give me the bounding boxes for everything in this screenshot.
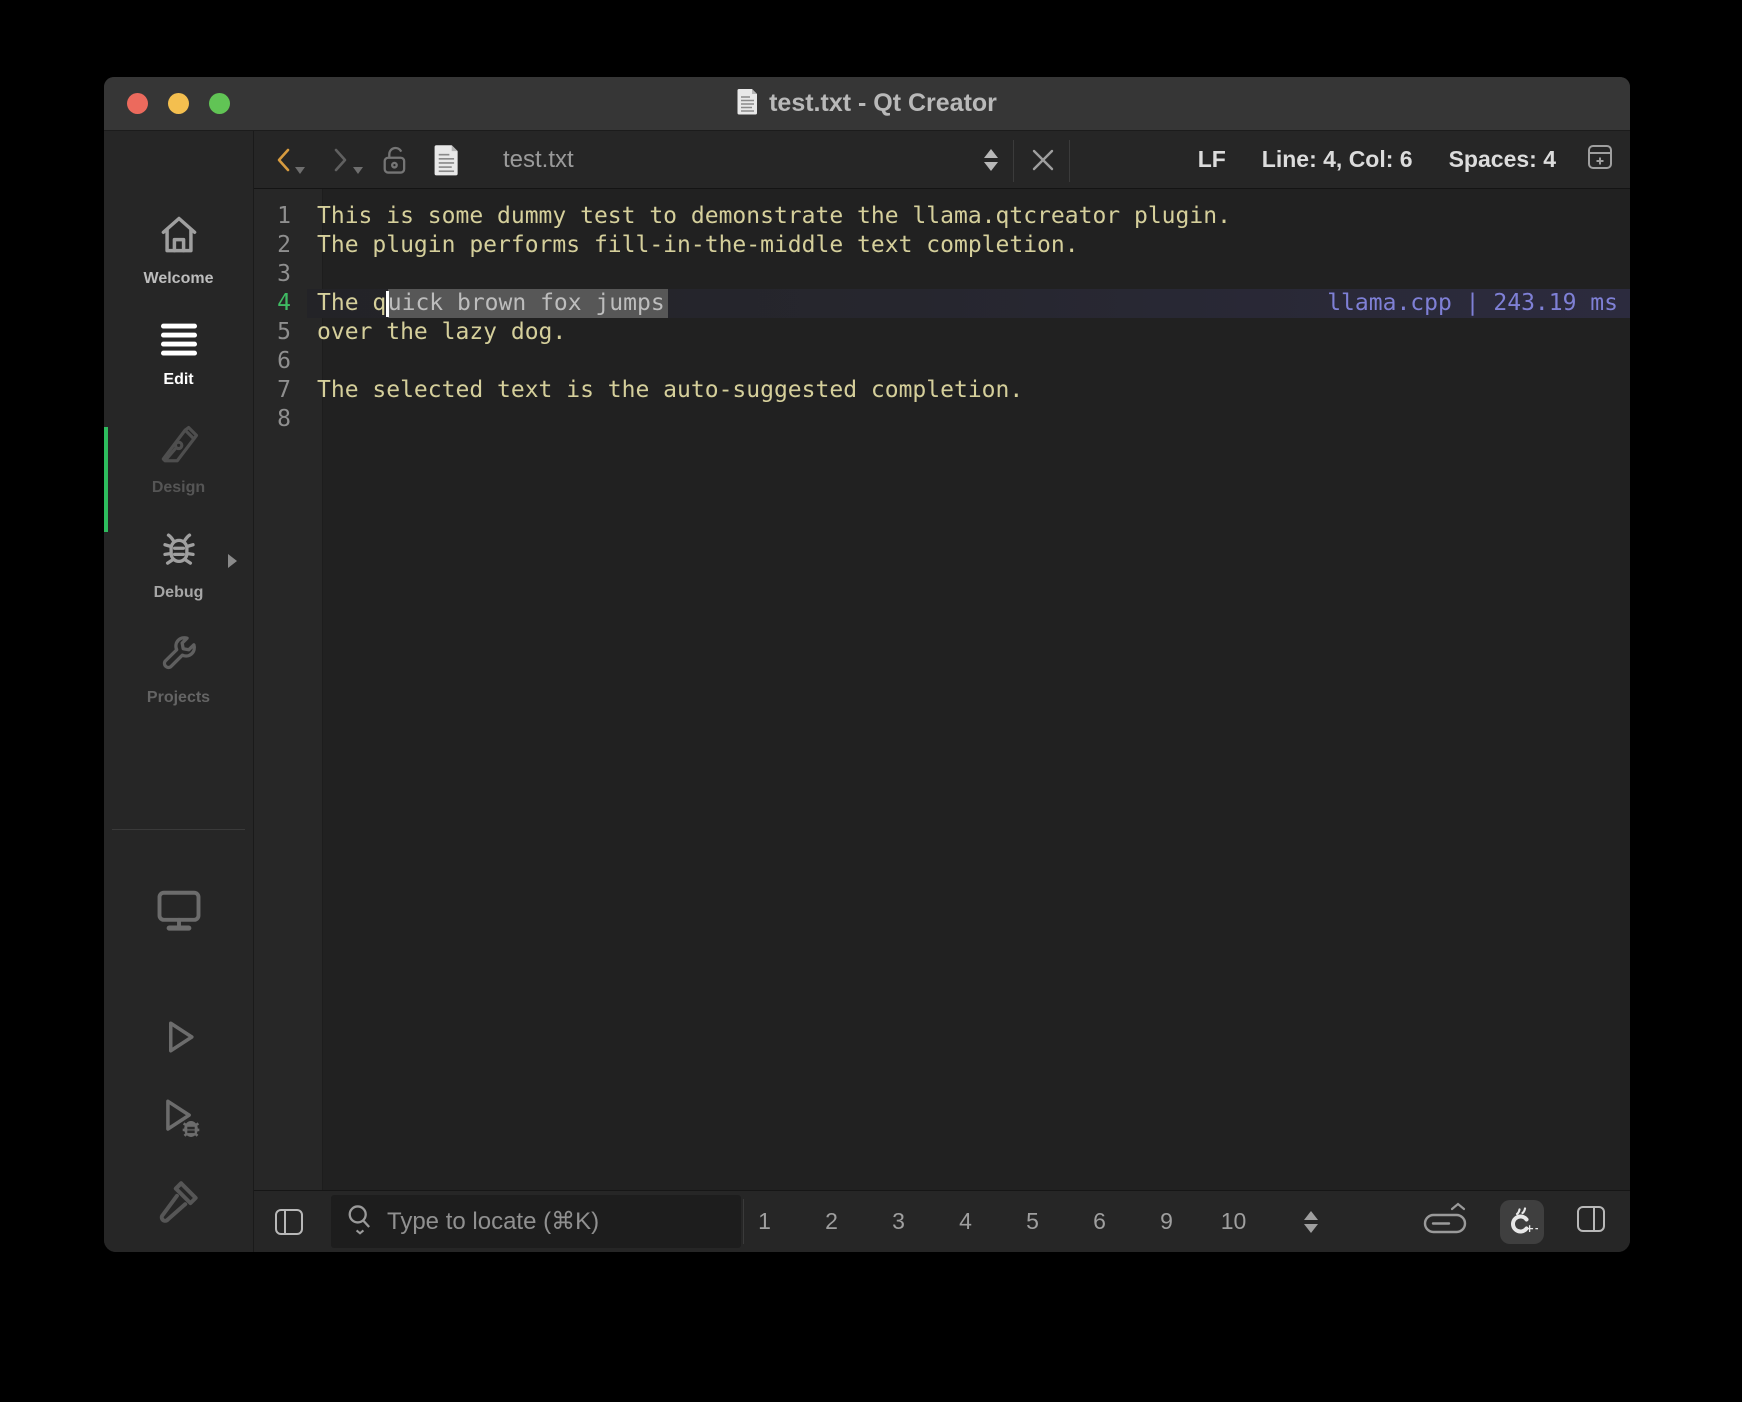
code-line: 7 The selected text is the auto-suggeste…	[254, 376, 1630, 405]
toolbar-separator	[1069, 140, 1070, 182]
code-line: 3	[254, 260, 1630, 289]
back-history-dropdown-icon[interactable]	[295, 167, 305, 174]
cursor-position-indicator[interactable]: Line: 4, Col: 6	[1262, 146, 1413, 173]
search-icon	[345, 1203, 375, 1240]
code-line: 2 The plugin performs fill-in-the-middle…	[254, 231, 1630, 260]
locator-placeholder: Type to locate (⌘K)	[387, 1208, 600, 1235]
output-pane-button-4[interactable]: 4	[932, 1191, 999, 1252]
pen-nib-icon	[158, 424, 200, 471]
output-pane-button-6[interactable]: 6	[1066, 1191, 1133, 1252]
wrench-icon	[158, 634, 200, 681]
line-number: 5	[277, 319, 291, 345]
window-title: test.txt - Qt Creator	[769, 89, 997, 117]
qt-creator-window: test.txt - Qt Creator Welcome Edit Desig…	[104, 77, 1630, 1252]
output-pane-buttons: 1 2 3 4 5 6 9 10	[731, 1191, 1267, 1252]
output-pane-button-2[interactable]: 2	[798, 1191, 865, 1252]
run-icon[interactable]	[157, 1015, 201, 1064]
code-line: 5 over the lazy dog.	[254, 318, 1630, 347]
typed-prefix: The q	[317, 290, 387, 316]
text-cursor	[386, 290, 389, 317]
sidebar-label-edit: Edit	[163, 371, 194, 388]
sidebar-item-welcome[interactable]: Welcome	[104, 198, 253, 303]
output-pane-selector-button[interactable]	[1304, 1191, 1318, 1252]
code-text: This is some dummy test to demonstrate t…	[317, 203, 1231, 229]
go-forward-button[interactable]	[332, 131, 363, 188]
completion-annotation: llama.cpp | 243.19 ms	[1327, 290, 1618, 316]
sidebar-item-design[interactable]: Design	[104, 408, 253, 513]
open-document-selector[interactable]: test.txt	[503, 131, 574, 188]
code-line-current: 4 The q uick brown fox jumps llama.cpp | 2…	[254, 289, 1630, 318]
title-document-icon	[737, 88, 759, 120]
text-editor[interactable]: 1 This is some dummy test to demonstrate…	[254, 189, 1630, 1190]
code-text-with-completion: The q uick brown fox jumps llama.cpp | 243…	[307, 289, 1630, 318]
line-number: 6	[277, 348, 291, 374]
line-number: 7	[277, 377, 291, 403]
sidebar-label-debug: Debug	[153, 584, 204, 601]
code-text: The selected text is the auto-suggested …	[317, 377, 1024, 403]
code-text: The plugin performs fill-in-the-middle t…	[317, 232, 1079, 258]
split-view-icon[interactable]	[1576, 1205, 1606, 1238]
sort-up-icon	[1304, 1210, 1318, 1220]
bug-icon	[158, 529, 200, 576]
go-back-button[interactable]	[274, 131, 305, 188]
suggested-completion-text[interactable]: uick brown fox jumps	[387, 289, 668, 318]
close-document-button[interactable]	[1030, 131, 1056, 188]
build-hammer-icon[interactable]	[154, 1175, 204, 1230]
sidebar-item-edit[interactable]: Edit	[104, 303, 253, 532]
title-bar: test.txt - Qt Creator	[104, 77, 1630, 131]
sidebar-label-welcome: Welcome	[143, 270, 214, 287]
kit-selector-monitor-icon[interactable]	[153, 883, 205, 940]
line-number: 3	[277, 261, 291, 287]
forward-history-dropdown-icon[interactable]	[353, 167, 363, 174]
sort-up-icon	[984, 148, 998, 158]
status-bar: Type to locate (⌘K) 1 2 3 4 5 6 9 10 +	[254, 1190, 1630, 1252]
line-ending-indicator[interactable]: LF	[1198, 146, 1226, 173]
output-pane-button-5[interactable]: 5	[999, 1191, 1066, 1252]
split-editor-add-icon[interactable]	[1586, 143, 1614, 176]
debug-run-icon[interactable]	[155, 1093, 203, 1146]
llama-cpp-plugin-button[interactable]: ++	[1500, 1199, 1544, 1244]
line-number-current: 4	[277, 290, 291, 316]
line-number: 2	[277, 232, 291, 258]
editor-toolbar: test.txt LF Line: 4, Col: 6 Spaces: 4	[254, 131, 1630, 189]
sort-down-icon	[984, 161, 998, 171]
sort-down-icon	[1304, 1223, 1318, 1233]
output-pane-button-10[interactable]: 10	[1200, 1191, 1267, 1252]
output-pane-button-3[interactable]: 3	[865, 1191, 932, 1252]
indentation-indicator[interactable]: Spaces: 4	[1449, 146, 1556, 173]
sidebar-item-projects[interactable]: Projects	[104, 618, 253, 723]
toggle-left-sidebar-button[interactable]	[274, 1191, 304, 1252]
line-number: 8	[277, 406, 291, 432]
sidebar-label-projects: Projects	[146, 689, 211, 706]
code-line: 8	[254, 405, 1630, 434]
debug-submenu-arrow-icon[interactable]	[228, 554, 237, 568]
sidebar-divider	[112, 829, 245, 830]
document-type-icon	[434, 131, 460, 188]
output-pane-button-1[interactable]: 1	[731, 1191, 798, 1252]
code-line: 6	[254, 347, 1630, 376]
svg-text:++: ++	[1525, 1222, 1538, 1235]
output-pane-button-9[interactable]: 9	[1133, 1191, 1200, 1252]
locator-input[interactable]: Type to locate (⌘K)	[331, 1195, 741, 1248]
sidebar-label-design: Design	[151, 479, 206, 496]
code-line: 1 This is some dummy test to demonstrate…	[254, 202, 1630, 231]
edit-lines-icon	[159, 322, 199, 363]
toolbar-separator	[1013, 140, 1014, 182]
sidebar-item-debug[interactable]: Debug	[104, 513, 253, 618]
open-document-name: test.txt	[503, 145, 574, 173]
file-lock-icon[interactable]	[380, 131, 410, 188]
home-icon	[157, 213, 201, 262]
line-number: 1	[277, 203, 291, 229]
document-sort-button[interactable]	[984, 131, 998, 188]
mode-selector-sidebar: Welcome Edit Design Debug Projects	[104, 131, 254, 1252]
build-progress-icon[interactable]	[1422, 1201, 1468, 1242]
code-text: over the lazy dog.	[317, 319, 567, 345]
